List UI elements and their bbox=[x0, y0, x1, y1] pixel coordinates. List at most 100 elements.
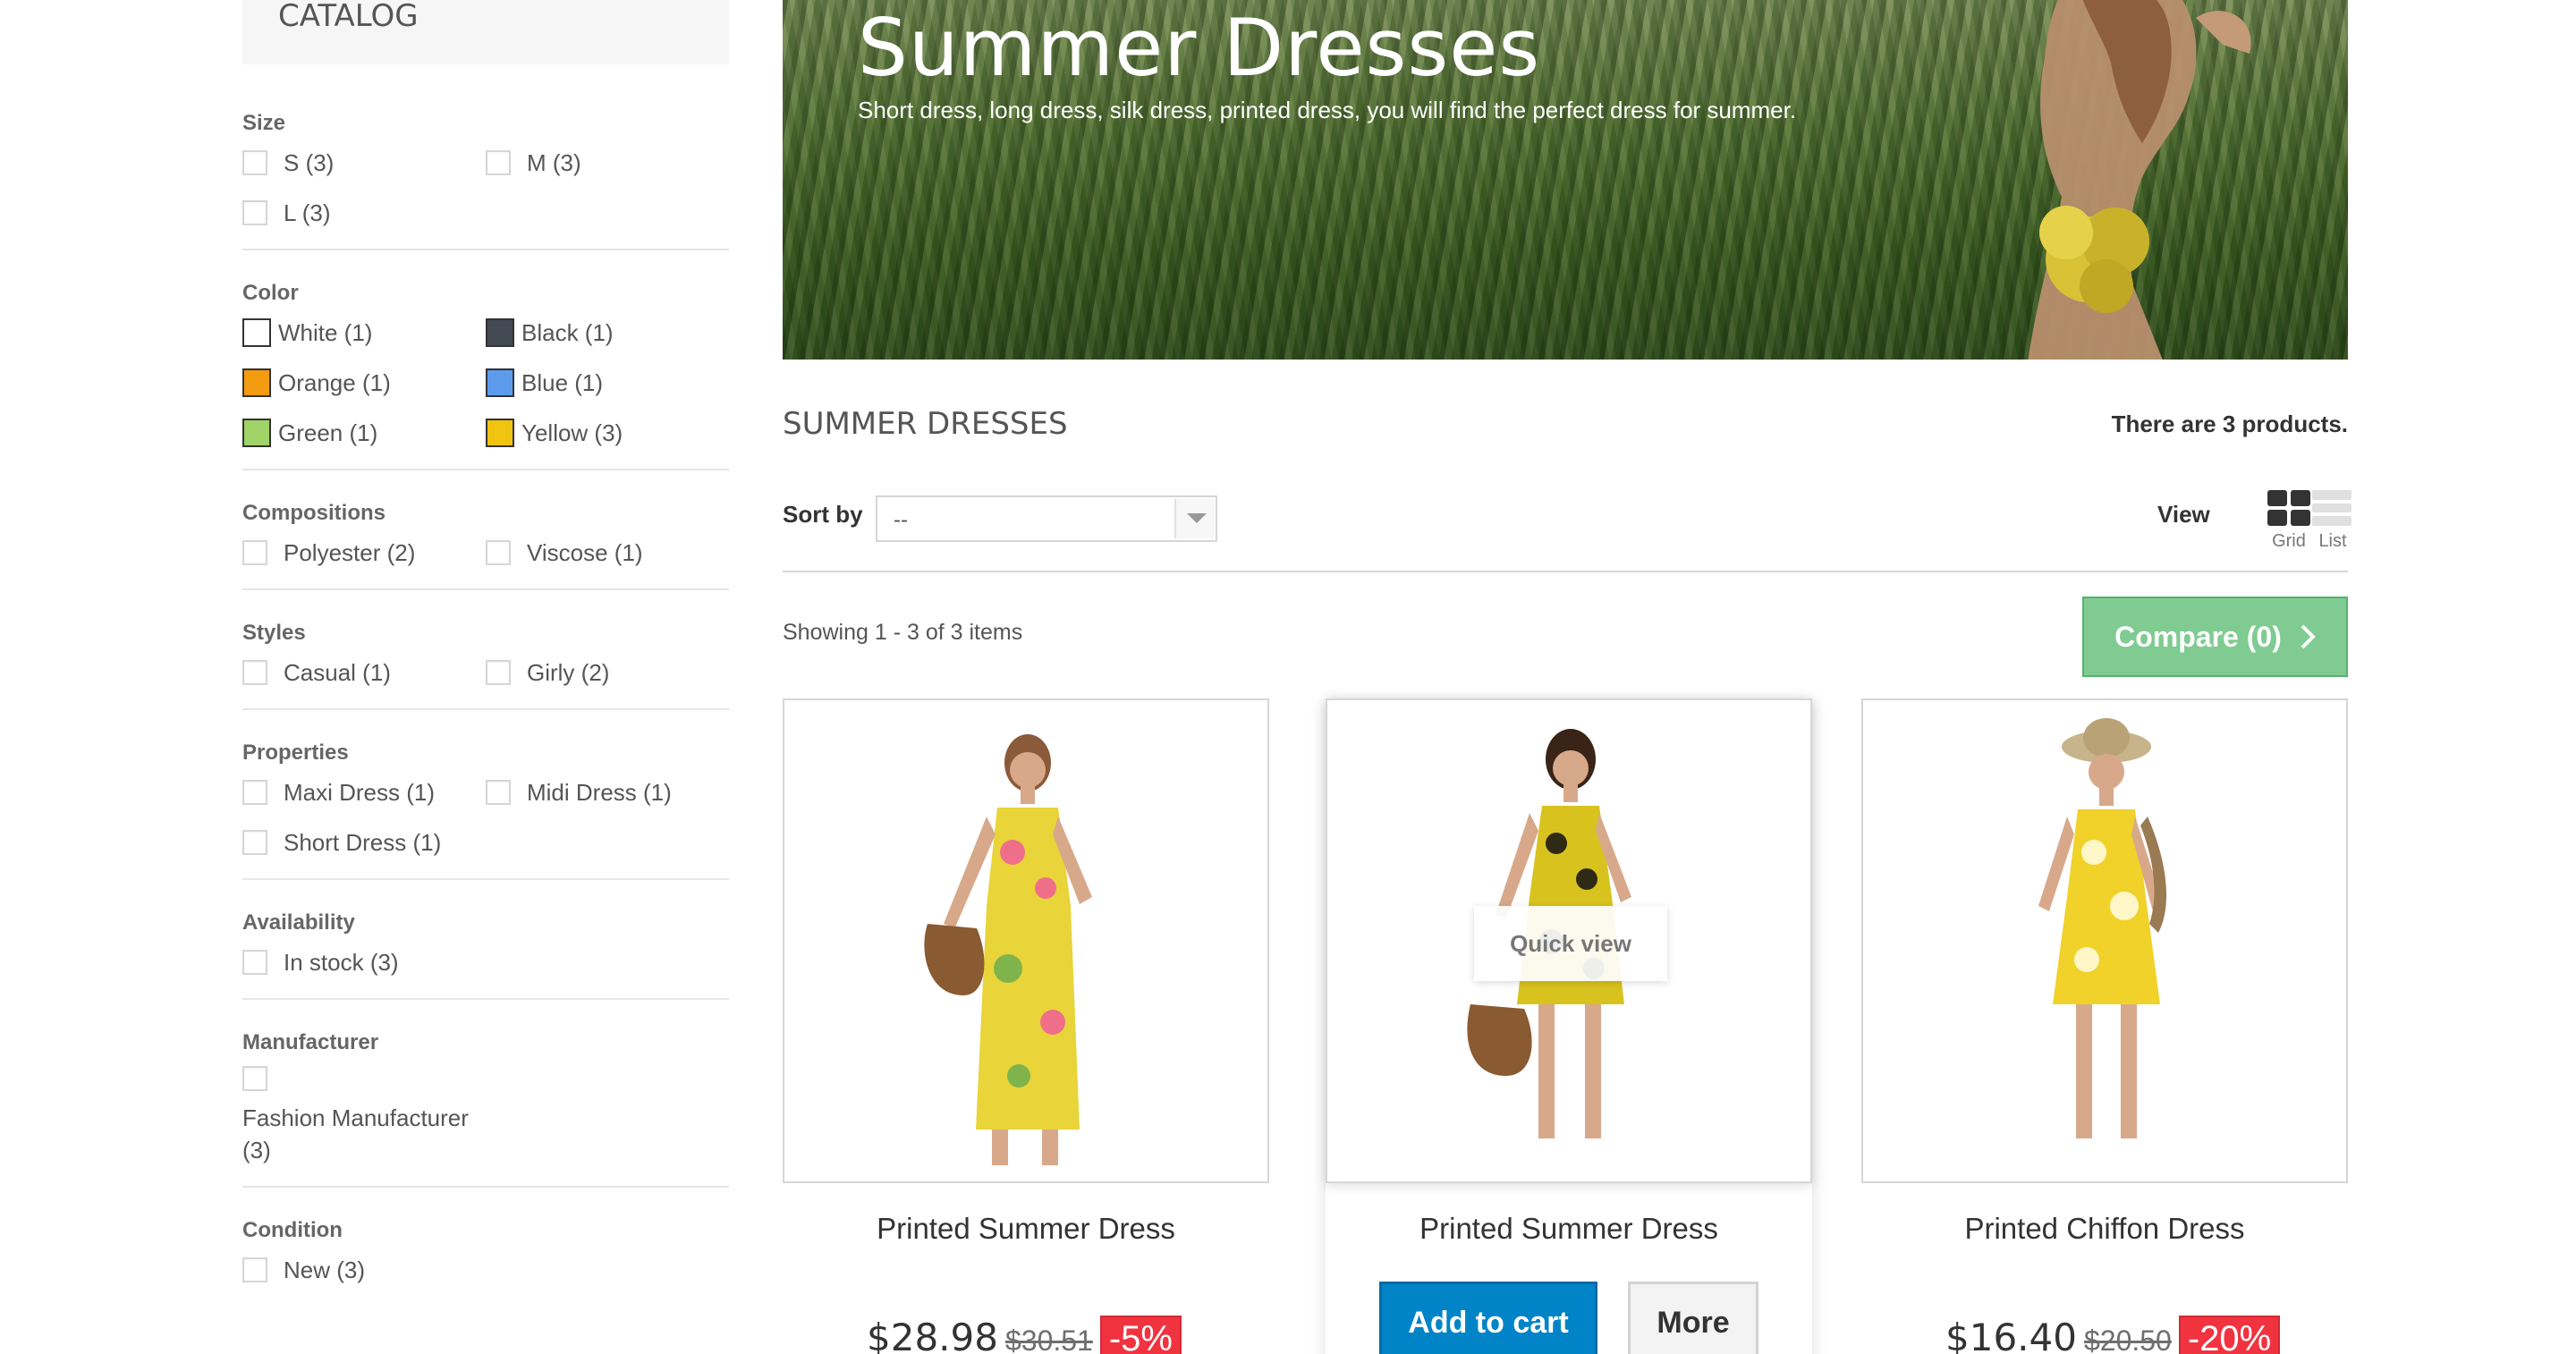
checkbox[interactable] bbox=[242, 1066, 267, 1091]
filter-option-color-yellow[interactable]: Yellow (3) bbox=[486, 417, 729, 449]
color-swatch[interactable] bbox=[242, 318, 271, 347]
view-label: View bbox=[2157, 501, 2210, 528]
filter-option-size-l[interactable]: L (3) bbox=[242, 197, 486, 229]
add-to-cart-button[interactable]: Add to cart bbox=[1379, 1282, 1597, 1354]
checkbox[interactable] bbox=[486, 660, 511, 685]
checkbox[interactable] bbox=[486, 780, 511, 805]
banner-title: Summer Dresses bbox=[858, 2, 1541, 94]
filter-condition: Condition New (3) bbox=[242, 1188, 729, 1306]
product-price-row: $16.40 $20.50 -20% bbox=[1945, 1316, 2281, 1354]
sort-view-bar: Sort by -- View Grid List bbox=[783, 490, 2351, 572]
product-count: There are 3 products. bbox=[2111, 410, 2348, 437]
product-old-price: $30.51 bbox=[1004, 1324, 1093, 1354]
sort-select[interactable]: -- bbox=[876, 495, 1217, 542]
checkbox[interactable] bbox=[486, 540, 511, 565]
checkbox[interactable] bbox=[242, 200, 267, 225]
banner-subtitle: Short dress, long dress, silk dress, pri… bbox=[858, 97, 1797, 123]
filter-option-size-s[interactable]: S (3) bbox=[242, 147, 486, 179]
filter-option-casual[interactable]: Casual (1) bbox=[242, 656, 486, 689]
product-old-price: $20.50 bbox=[2083, 1324, 2172, 1354]
banner-model-image bbox=[2028, 0, 2251, 360]
filter-option-size-m[interactable]: M (3) bbox=[486, 147, 729, 179]
filter-title: Styles bbox=[242, 621, 306, 645]
filter-option-color-black[interactable]: Black (1) bbox=[486, 317, 729, 349]
filter-option-short-dress[interactable]: Short Dress (1) bbox=[242, 826, 486, 859]
chevron-down-icon[interactable] bbox=[1174, 499, 1214, 538]
color-swatch[interactable] bbox=[486, 368, 514, 397]
product-actions: Add to cart More bbox=[1379, 1282, 1758, 1354]
view-list-button[interactable]: List bbox=[2312, 490, 2351, 552]
checkbox[interactable] bbox=[242, 660, 267, 685]
sort-label: Sort by bbox=[783, 501, 863, 528]
filter-styles: Styles Casual (1) Girly (2) bbox=[242, 590, 729, 710]
filter-availability: Availability In stock (3) bbox=[242, 880, 729, 1000]
product-image bbox=[924, 734, 1092, 1165]
filter-option-girly[interactable]: Girly (2) bbox=[486, 656, 729, 689]
color-swatch[interactable] bbox=[486, 318, 514, 347]
checkbox[interactable] bbox=[242, 780, 267, 805]
color-swatch[interactable] bbox=[242, 368, 271, 397]
sort-selected-value: -- bbox=[894, 508, 908, 532]
product-price: $16.40 bbox=[1945, 1316, 2077, 1354]
filter-option-midi-dress[interactable]: Midi Dress (1) bbox=[486, 776, 729, 808]
checkbox[interactable] bbox=[242, 540, 267, 565]
product-name[interactable]: Printed Summer Dress bbox=[783, 1212, 1269, 1246]
product-image bbox=[2038, 718, 2167, 1138]
sidebar-filters: CATALOG Size S (3) M (3) L (3) Color Whi… bbox=[242, 0, 729, 1306]
filter-option-new[interactable]: New (3) bbox=[242, 1254, 486, 1286]
checkbox[interactable] bbox=[242, 150, 267, 175]
filter-title: Condition bbox=[242, 1218, 343, 1242]
product-image-link[interactable] bbox=[1861, 698, 2348, 1183]
price-reduction-badge: -5% bbox=[1099, 1316, 1182, 1354]
filter-properties: Properties Maxi Dress (1) Midi Dress (1)… bbox=[242, 710, 729, 880]
filter-option-fashion-manufacturer[interactable]: Fashion Manufacturer (3) bbox=[242, 1066, 511, 1166]
filter-option-polyester[interactable]: Polyester (2) bbox=[242, 537, 486, 569]
color-swatch[interactable] bbox=[486, 419, 514, 447]
category-header-row: SUMMER DRESSES There are 3 products. bbox=[783, 406, 2348, 442]
catalog-heading: CATALOG bbox=[242, 0, 729, 64]
filter-option-color-white[interactable]: White (1) bbox=[242, 317, 486, 349]
filter-option-viscose[interactable]: Viscose (1) bbox=[486, 537, 729, 569]
showing-items-text: Showing 1 - 3 of 3 items bbox=[783, 620, 1023, 645]
filter-option-in-stock[interactable]: In stock (3) bbox=[242, 946, 486, 978]
product-image-link[interactable] bbox=[783, 698, 1269, 1183]
product-price-row: $28.98 $30.51 -5% bbox=[867, 1316, 1182, 1354]
category-name: SUMMER DRESSES bbox=[783, 406, 1068, 442]
color-swatch[interactable] bbox=[242, 419, 271, 447]
filter-option-color-blue[interactable]: Blue (1) bbox=[486, 367, 729, 399]
checkbox[interactable] bbox=[242, 1257, 267, 1282]
filter-color: Color White (1) Black (1) Orange (1) Blu… bbox=[242, 250, 729, 470]
checkbox[interactable] bbox=[486, 150, 511, 175]
compare-button[interactable]: Compare (0) bbox=[2082, 597, 2348, 677]
filter-title: Size bbox=[242, 111, 286, 135]
category-banner: Summer Dresses Short dress, long dress, … bbox=[783, 0, 2348, 360]
product-card: Printed Summer Dress $28.98 $30.51 -5% bbox=[783, 698, 1269, 1354]
filter-option-color-green[interactable]: Green (1) bbox=[242, 417, 486, 449]
filter-title: Availability bbox=[242, 910, 355, 935]
view-list-label: List bbox=[2318, 531, 2347, 551]
filter-title: Compositions bbox=[242, 501, 386, 525]
product-name[interactable]: Printed Summer Dress bbox=[1326, 1212, 1812, 1246]
filter-title: Color bbox=[242, 281, 299, 305]
view-grid-button[interactable]: Grid bbox=[2262, 490, 2316, 552]
price-reduction-badge: -20% bbox=[2178, 1316, 2281, 1354]
filter-manufacturer: Manufacturer Fashion Manufacturer (3) bbox=[242, 1000, 729, 1188]
filter-compositions: Compositions Polyester (2) Viscose (1) bbox=[242, 470, 729, 590]
product-image-link[interactable]: Quick view bbox=[1326, 698, 1812, 1183]
filter-title: Manufacturer bbox=[242, 1030, 379, 1054]
quick-view-button[interactable]: Quick view bbox=[1474, 906, 1667, 981]
grid-view-icon bbox=[2267, 490, 2310, 526]
category-main: Summer Dresses Short dress, long dress, … bbox=[783, 0, 2351, 1354]
product-price: $28.98 bbox=[867, 1316, 998, 1354]
view-grid-label: Grid bbox=[2272, 531, 2306, 551]
product-card: Printed Chiffon Dress $16.40 $20.50 -20% bbox=[1861, 698, 2348, 1354]
product-name[interactable]: Printed Chiffon Dress bbox=[1861, 1212, 2348, 1246]
filter-option-maxi-dress[interactable]: Maxi Dress (1) bbox=[242, 776, 486, 808]
checkbox[interactable] bbox=[242, 950, 267, 975]
list-view-icon bbox=[2312, 490, 2351, 527]
checkbox[interactable] bbox=[242, 830, 267, 855]
filter-option-color-orange[interactable]: Orange (1) bbox=[242, 367, 486, 399]
filter-title: Properties bbox=[242, 740, 349, 765]
filter-size: Size S (3) M (3) L (3) bbox=[242, 64, 729, 250]
more-button[interactable]: More bbox=[1628, 1282, 1758, 1354]
